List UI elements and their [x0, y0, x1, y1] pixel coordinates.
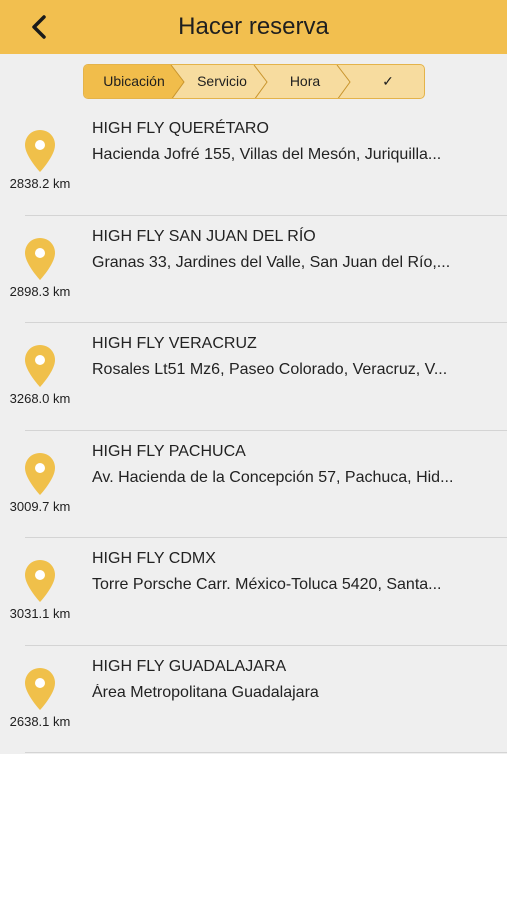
list-item[interactable]: 3031.1 km HIGH FLY CDMX Torre Porsche Ca… — [0, 538, 507, 646]
step-confirm[interactable]: ✓ — [350, 65, 424, 98]
main-content: Ubicación Servicio Hora ✓ 2838.2 km HIGH… — [0, 54, 507, 754]
location-name: HIGH FLY VERACRUZ — [92, 335, 257, 352]
location-name: HIGH FLY QUERÉTARO — [92, 120, 269, 137]
list-item[interactable]: 3009.7 km HIGH FLY PACHUCA Av. Hacienda … — [0, 431, 507, 538]
step-hora[interactable]: Hora — [267, 65, 343, 98]
location-name: HIGH FLY GUADALAJARA — [92, 657, 287, 675]
divider — [25, 752, 507, 753]
location-address: Av. Hacienda de la Concepción 57, Pachuc… — [92, 468, 454, 486]
distance-label: 2898.3 km — [9, 283, 71, 299]
app-screen: Hacer reserva Ubicación Servicio Hora ✓ … — [0, 0, 507, 900]
booking-stepper: Ubicación Servicio Hora ✓ — [83, 64, 425, 99]
location-address: Torre Porsche Carr. México-Toluca 5420, … — [92, 576, 442, 593]
map-pin-icon — [25, 560, 55, 602]
distance-label: 3268.0 km — [9, 391, 71, 406]
location-address: Rosales Lt51 Mz6, Paseo Colorado, Veracr… — [92, 361, 448, 378]
list-item[interactable]: 3268.0 km HIGH FLY VERACRUZ Rosales Lt51… — [0, 323, 507, 431]
location-address: Hacienda Jofré 155, Villas del Mesón, Ju… — [92, 146, 442, 163]
map-pin-icon — [25, 130, 55, 172]
page-title: Hacer reserva — [178, 13, 329, 40]
location-address: Área Metropolitana Guadalajara — [92, 683, 319, 701]
list-item[interactable]: 2638.1 km HIGH FLY GUADALAJARA Área Metr… — [0, 646, 507, 753]
map-pin-icon — [25, 667, 55, 710]
step-ubicacion[interactable]: Ubicación — [84, 65, 184, 98]
distance-label: 3009.7 km — [9, 498, 71, 514]
list-item[interactable]: 2898.3 km HIGH FLY SAN JUAN DEL RÍO Gran… — [0, 216, 507, 323]
distance-label: 2638.1 km — [9, 713, 71, 729]
location-name: HIGH FLY PACHUCA — [92, 442, 246, 460]
list-item[interactable]: 2838.2 km HIGH FLY QUERÉTARO Hacienda Jo… — [0, 108, 507, 216]
step-servicio[interactable]: Servicio — [184, 65, 260, 98]
location-name: HIGH FLY CDMX — [92, 550, 216, 567]
location-list: 2838.2 km HIGH FLY QUERÉTARO Hacienda Jo… — [0, 108, 507, 753]
location-address: Granas 33, Jardines del Valle, San Juan … — [92, 253, 451, 271]
map-pin-icon — [25, 345, 55, 387]
location-name: HIGH FLY SAN JUAN DEL RÍO — [92, 227, 316, 245]
top-bar: Hacer reserva — [0, 0, 507, 54]
distance-label: 3031.1 km — [9, 606, 71, 621]
map-pin-icon — [25, 452, 55, 495]
distance-label: 2838.2 km — [9, 176, 71, 191]
map-pin-icon — [25, 237, 55, 280]
